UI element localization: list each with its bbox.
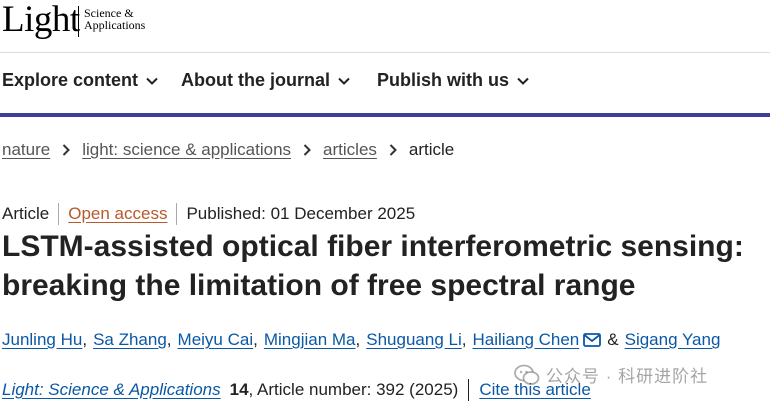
breadcrumb-link-articles[interactable]: articles [323,140,377,160]
logo-wordmark: Light [2,0,80,40]
meta-divider [176,203,178,225]
chevron-down-icon [338,77,350,85]
open-access-link[interactable]: Open access [68,204,167,224]
nav-accent-bar [0,113,770,117]
meta-divider [58,203,60,225]
article-number: , Article number: 392 (2025) [248,380,459,399]
author-link[interactable]: Mingjian Ma [264,330,356,350]
author-ampersand: & [607,330,619,349]
author-separator: , [461,330,467,349]
author-separator: , [253,330,258,349]
article-type: Article [2,204,50,223]
breadcrumb-current: article [408,140,455,159]
chevron-down-icon [517,77,529,85]
logo-divider [78,6,79,37]
author-separator: , [82,330,88,349]
header-divider [0,52,770,53]
article-title: LSTM-assisted optical fiber interferomet… [2,230,744,302]
author-link[interactable]: Sigang Yang [625,330,721,350]
nav-about-the-journal[interactable]: About the journal [181,70,350,91]
breadcrumb-link-nature[interactable]: nature [2,140,50,160]
published-date: Published: 01 December 2025 [186,204,416,223]
author-link[interactable]: Sa Zhang [93,330,167,350]
author-link[interactable]: Shuguang Li [366,330,461,350]
author-link[interactable]: Junling Hu [2,330,82,350]
citation-divider [468,379,470,401]
chevron-right-icon [62,144,71,156]
cite-this-article-link[interactable]: Cite this article [479,380,590,400]
author-separator: , [166,330,172,349]
article-meta: Article Open access Published: 01 Decemb… [2,203,415,225]
logo-subtitle: Science & Applications [84,7,145,31]
logo-subtitle-line2: Applications [84,18,146,32]
nav-publish-with-us[interactable]: Publish with us [377,70,529,91]
chevron-down-icon [146,77,158,85]
breadcrumb: nature light: science & applications art… [2,140,454,160]
nav-label: Publish with us [377,70,510,90]
author-link[interactable]: Hailiang Chen [472,330,579,350]
author-separator: , [355,330,361,349]
chevron-right-icon [389,144,397,156]
chevron-right-icon [303,144,311,156]
nav-label: Explore content [2,70,139,90]
journal-link[interactable]: Light: Science & Applications [2,380,221,400]
article-citation: Light: Science & Applications 14 , Artic… [2,379,591,401]
author-link[interactable]: Meiyu Cai [178,330,254,350]
breadcrumb-link-journal[interactable]: light: science & applications [82,140,291,160]
nav-explore-content[interactable]: Explore content [2,70,158,91]
author-list: Junling Hu, Sa Zhang, Meiyu Cai, Mingjia… [2,330,720,350]
volume-number: 14 [229,380,249,399]
nav-label: About the journal [181,70,330,90]
mail-icon[interactable] [583,333,602,347]
